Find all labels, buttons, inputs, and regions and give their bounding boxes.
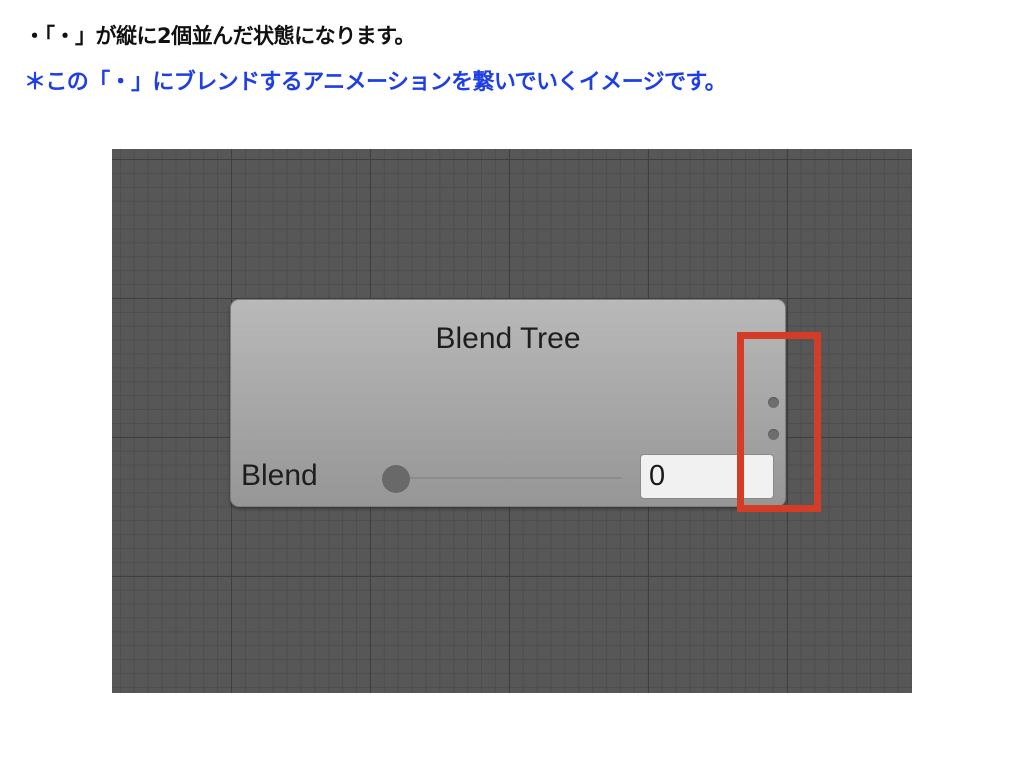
caption-line-1: ・「・」が縦に2個並んだ状態になります。 bbox=[24, 24, 416, 48]
animator-graph-canvas[interactable]: Blend Tree Blend 0 bbox=[112, 149, 912, 693]
output-port-2-icon[interactable] bbox=[768, 429, 779, 440]
blend-parameter-label: Blend bbox=[241, 459, 318, 492]
caption-line-2: ＊この「・」にブレンドするアニメーションを繋いでいくイメージです。 bbox=[24, 70, 727, 95]
slide: ・「・」が縦に2個並んだ状態になります。 ＊この「・」にブレンドするアニメーショ… bbox=[0, 0, 1024, 768]
blend-tree-node[interactable]: Blend Tree Blend 0 bbox=[230, 299, 786, 507]
blend-value-field[interactable]: 0 bbox=[640, 454, 774, 499]
node-title: Blend Tree bbox=[435, 322, 581, 355]
output-port-1-icon[interactable] bbox=[768, 397, 779, 408]
blend-slider-thumb[interactable] bbox=[382, 465, 410, 493]
blend-slider-track[interactable] bbox=[397, 477, 622, 479]
